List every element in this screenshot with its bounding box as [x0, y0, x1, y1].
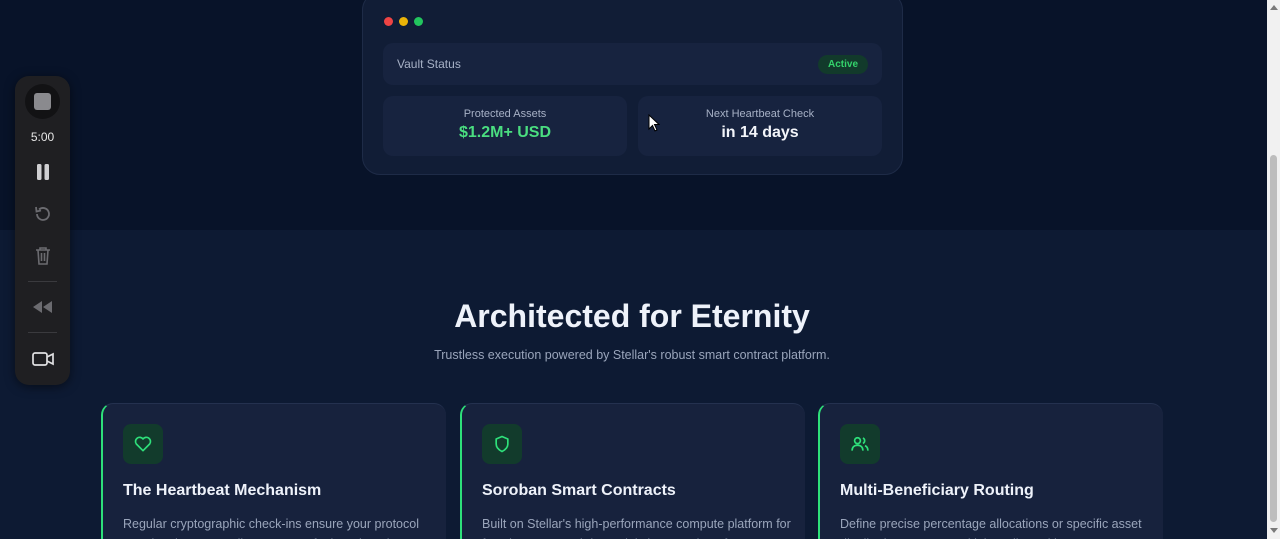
feature-description: Built on Stellar's high-performance comp… [482, 517, 791, 539]
maximize-dot-icon [414, 17, 423, 26]
stop-icon [34, 93, 51, 110]
trash-icon [35, 246, 50, 265]
feature-description: Regular cryptographic check-ins ensure y… [123, 517, 419, 539]
page-title: Architected for Eternity [454, 298, 810, 334]
toolbar-divider [28, 281, 57, 282]
stop-recording-button[interactable] [25, 84, 60, 119]
heart-icon [134, 436, 152, 452]
vault-status-label: Vault Status [397, 57, 461, 71]
feature-title: Multi-Beneficiary Routing [840, 482, 1034, 499]
scroll-down-arrow-icon[interactable] [1270, 528, 1278, 533]
feature-icon-box [482, 424, 522, 464]
section-subtitle: Trustless execution powered by Stellar's… [434, 348, 830, 362]
window-controls [384, 17, 423, 26]
scrollbar-thumb[interactable] [1270, 155, 1277, 522]
vault-status-row: Vault Status Active [383, 43, 882, 85]
shield-icon [495, 435, 509, 453]
protected-assets-value: $1.2M+ USD [458, 124, 552, 141]
vault-dashboard-card: Vault Status Active Protected Assets $1.… [362, 0, 903, 175]
restart-icon [34, 206, 50, 221]
recording-timer: 5:00 [30, 130, 55, 144]
next-check-label: Next Heartbeat Check [705, 108, 815, 120]
next-check-value: in 14 days [721, 124, 799, 141]
pause-icon [36, 163, 49, 180]
protected-assets-label: Protected Assets [463, 108, 547, 120]
recording-toolbar: 5:00 [15, 76, 70, 385]
feature-icon-box [123, 424, 163, 464]
mouse-cursor-icon [648, 114, 660, 132]
status-badge: Active [817, 54, 868, 74]
feature-icon-box [840, 424, 880, 464]
scroll-up-arrow-icon[interactable] [1270, 5, 1278, 10]
protected-assets-stat: Protected Assets $1.2M+ USD [383, 96, 627, 156]
close-dot-icon [384, 17, 393, 26]
feature-description: Define precise percentage allocations or… [840, 517, 1142, 539]
feature-card-soroban: Soroban Smart Contracts Built on Stellar… [460, 403, 805, 539]
restart-button[interactable] [30, 201, 55, 226]
feature-title: The Heartbeat Mechanism [123, 482, 322, 499]
page-scrollbar[interactable] [1267, 0, 1280, 539]
feature-card-heartbeat: The Heartbeat Mechanism Regular cryptogr… [101, 403, 446, 539]
delete-button[interactable] [30, 243, 55, 268]
next-check-stat: Next Heartbeat Check in 14 days [638, 96, 882, 156]
users-icon [851, 436, 869, 451]
minimize-dot-icon [399, 17, 408, 26]
feature-title: Soroban Smart Contracts [482, 482, 676, 499]
feature-card-routing: Multi-Beneficiary Routing Define precise… [818, 403, 1163, 539]
pause-button[interactable] [30, 159, 55, 184]
